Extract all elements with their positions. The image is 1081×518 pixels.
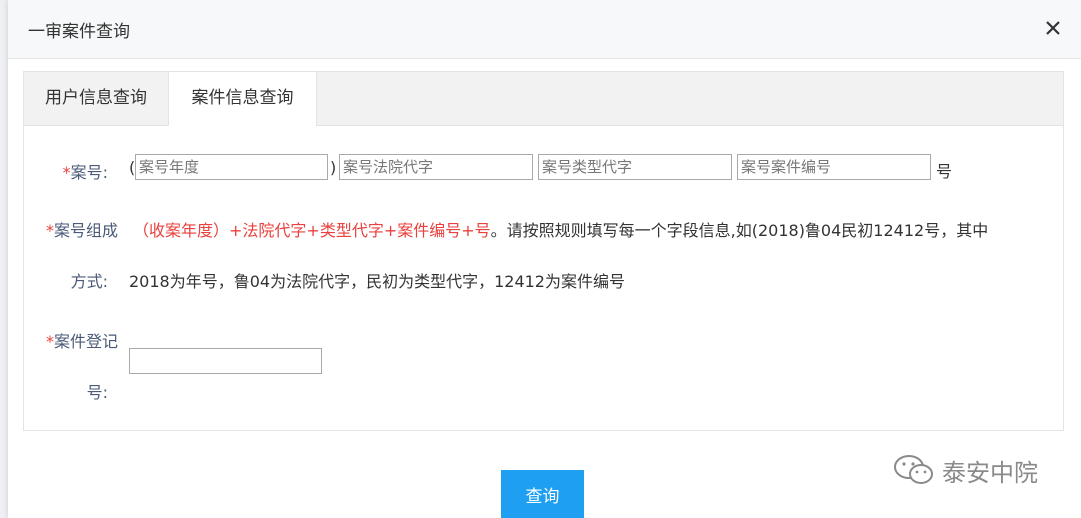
reg-no-input[interactable] bbox=[129, 348, 322, 374]
close-icon bbox=[1046, 21, 1060, 35]
close-button[interactable] bbox=[1039, 14, 1067, 42]
reg-no-label-line2: 号: bbox=[86, 383, 108, 402]
query-button[interactable]: 查询 bbox=[501, 470, 584, 518]
format-label-line2: 方式: bbox=[70, 272, 108, 291]
reg-no-label-line1: 案件登记 bbox=[53, 332, 118, 351]
case-year-input[interactable] bbox=[135, 154, 328, 180]
format-label: *案号组成 bbox=[32, 217, 118, 241]
case-no-label: *案号: bbox=[44, 159, 108, 183]
dialog-title: 一审案件查询 bbox=[28, 22, 130, 42]
format-rule-black: 。请按照规则填写每一个字段信息,如(2018)鲁04民初12412号，其中 bbox=[490, 221, 989, 240]
watermark: 泰安中院 bbox=[892, 450, 1038, 490]
court-code-input[interactable] bbox=[339, 154, 533, 180]
tab-user-info-query[interactable]: 用户信息查询 bbox=[24, 72, 168, 125]
format-rule-text: （收案年度）+法院代字+类型代字+案件编号+号。请按照规则填写每一个字段信息,如… bbox=[133, 217, 988, 241]
format-example-text: 2018为年号，鲁04为法院代字，民初为类型代字，12412为案件编号 bbox=[129, 272, 625, 291]
query-panel: 用户信息查询 案件信息查询 *案号: ( ) 号 *案号组成 （收案年度）+法院… bbox=[23, 71, 1064, 431]
case-serial-input[interactable] bbox=[737, 154, 931, 180]
watermark-text: 泰安中院 bbox=[942, 458, 1038, 487]
reg-no-label: *案件登记 bbox=[32, 328, 118, 352]
required-mark: * bbox=[62, 163, 71, 182]
required-mark: * bbox=[45, 332, 54, 351]
dialog-header: 一审案件查询 bbox=[8, 0, 1081, 59]
case-query-dialog: 一审案件查询 用户信息查询 案件信息查询 *案号: ( ) 号 *案号组成 （收… bbox=[8, 0, 1081, 518]
case-type-code-input[interactable] bbox=[538, 154, 732, 180]
format-rule-red: （收案年度）+法院代字+类型代字+案件编号+号 bbox=[133, 221, 491, 240]
required-mark: * bbox=[45, 221, 54, 240]
close-paren: ) bbox=[330, 158, 337, 177]
format-label-line1: 案号组成 bbox=[53, 221, 118, 240]
tab-case-info-query[interactable]: 案件信息查询 bbox=[168, 72, 317, 126]
wechat-icon bbox=[894, 455, 933, 484]
case-no-suffix: 号 bbox=[936, 162, 953, 181]
tab-bar: 用户信息查询 案件信息查询 bbox=[24, 72, 1063, 126]
case-no-label-text: 案号: bbox=[70, 163, 108, 182]
